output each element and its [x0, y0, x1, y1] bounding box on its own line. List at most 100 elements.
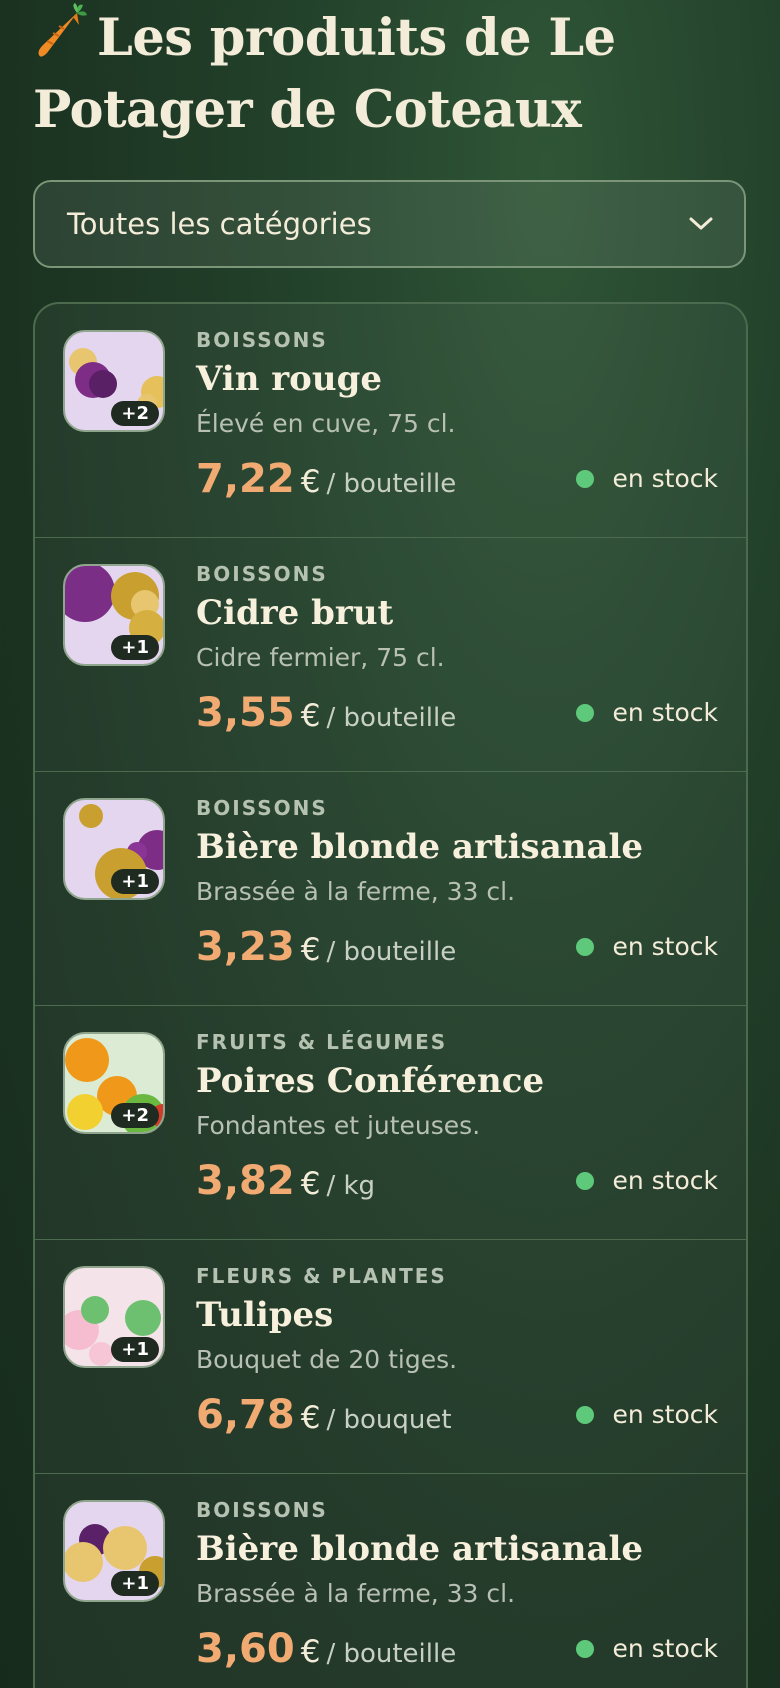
product-info: FLEURS & PLANTES Tulipes Bouquet de 20 t…: [196, 1262, 718, 1442]
category-select[interactable]: Toutes les catégories: [33, 180, 746, 268]
product-image-shape: [89, 370, 117, 398]
page: Les produits de Le Potager de Coteaux To…: [33, 0, 748, 1688]
product-image-shape: [65, 1038, 109, 1082]
product-card[interactable]: +2 FRUITS & LÉGUMES Poires Conférence Fo…: [35, 1006, 746, 1240]
product-name[interactable]: Cidre brut: [196, 590, 718, 636]
page-title: Les produits de Le Potager de Coteaux: [33, 0, 748, 146]
product-description: Bouquet de 20 tiges.: [196, 1345, 458, 1374]
price-row: 3,23 € / bouteille en stock: [196, 924, 718, 974]
currency: €: [300, 1400, 321, 1436]
stock-dot-icon: [576, 1639, 595, 1658]
currency: €: [300, 1634, 321, 1670]
price-row: 6,78 € / bouquet en stock: [196, 1392, 718, 1442]
page-title-text: Les produits de Le Potager de Coteaux: [33, 8, 616, 140]
product-thumbnail[interactable]: +1: [63, 564, 165, 666]
product-description: Fondantes et juteuses.: [196, 1111, 481, 1140]
stock-dot-icon: [576, 937, 595, 956]
stock-label: en stock: [612, 1400, 718, 1429]
category-select-value: Toutes les catégories: [67, 207, 372, 241]
stock-dot-icon: [576, 703, 595, 722]
product-price: 6,78: [196, 1392, 295, 1438]
price-unit: / bouteille: [326, 937, 457, 967]
stock-dot-icon: [576, 1171, 595, 1190]
product-name[interactable]: Bière blonde artisanale: [196, 1526, 718, 1572]
price-row: 7,22 € / bouteille en stock: [196, 456, 718, 506]
stock-dot-icon: [576, 1405, 595, 1424]
product-price: 3,82: [196, 1158, 295, 1204]
product-price: 3,55: [196, 690, 295, 736]
price-row: 3,55 € / bouteille en stock: [196, 690, 718, 740]
product-card[interactable]: +1 BOISSONS Cidre brut Cidre fermier, 75…: [35, 538, 746, 772]
product-thumbnail[interactable]: +2: [63, 1032, 165, 1134]
product-thumbnail[interactable]: +2: [63, 330, 165, 432]
product-category: FRUITS & LÉGUMES: [196, 1030, 448, 1054]
product-thumbnail[interactable]: +1: [63, 1266, 165, 1368]
extra-images-badge: +1: [111, 869, 159, 894]
stock-status: en stock: [576, 698, 718, 727]
currency: €: [300, 932, 321, 968]
product-name[interactable]: Bière blonde artisanale: [196, 824, 718, 870]
product-image-shape: [67, 1094, 103, 1130]
product-info: BOISSONS Bière blonde artisanale Brassée…: [196, 794, 718, 974]
product-price: 7,22: [196, 456, 295, 502]
price-row: 3,60 € / bouteille en stock: [196, 1626, 718, 1676]
extra-images-badge: +1: [111, 1337, 159, 1362]
stock-label: en stock: [612, 932, 718, 961]
product-name[interactable]: Tulipes: [196, 1292, 718, 1338]
extra-images-badge: +2: [111, 1103, 159, 1128]
product-thumbnail[interactable]: +1: [63, 798, 165, 900]
stock-dot-icon: [576, 469, 595, 488]
product-card[interactable]: +1 FLEURS & PLANTES Tulipes Bouquet de 2…: [35, 1240, 746, 1474]
product-description: Brassée à la ferme, 33 cl.: [196, 1579, 516, 1608]
product-name[interactable]: Vin rouge: [196, 356, 718, 402]
extra-images-badge: +2: [111, 401, 159, 426]
product-info: BOISSONS Bière blonde artisanale Brassée…: [196, 1496, 718, 1676]
product-category: BOISSONS: [196, 328, 328, 352]
product-category: FLEURS & PLANTES: [196, 1264, 447, 1288]
product-list: +2 BOISSONS Vin rouge Élevé en cuve, 75 …: [33, 302, 748, 1688]
product-image-shape: [125, 1300, 161, 1336]
product-thumbnail[interactable]: +1: [63, 1500, 165, 1602]
product-image-shape: [79, 804, 103, 828]
stock-label: en stock: [612, 1634, 718, 1663]
product-category: BOISSONS: [196, 1498, 328, 1522]
stock-label: en stock: [612, 464, 718, 493]
currency: €: [300, 1166, 321, 1202]
carrot-icon: [38, 3, 87, 57]
price-unit: / bouquet: [326, 1405, 452, 1435]
product-card[interactable]: +1 BOISSONS Bière blonde artisanale Bras…: [35, 1474, 746, 1688]
stock-status: en stock: [576, 1634, 718, 1663]
product-info: FRUITS & LÉGUMES Poires Conférence Fonda…: [196, 1028, 718, 1208]
product-description: Élevé en cuve, 75 cl.: [196, 409, 456, 438]
product-price: 3,60: [196, 1626, 295, 1672]
product-name[interactable]: Poires Conférence: [196, 1058, 718, 1104]
price-unit: / kg: [326, 1171, 376, 1201]
price-unit: / bouteille: [326, 703, 457, 733]
product-info: BOISSONS Vin rouge Élevé en cuve, 75 cl.…: [196, 326, 718, 506]
product-price: 3,23: [196, 924, 295, 970]
product-category: BOISSONS: [196, 562, 328, 586]
product-image-shape: [89, 1342, 113, 1366]
product-info: BOISSONS Cidre brut Cidre fermier, 75 cl…: [196, 560, 718, 740]
stock-status: en stock: [576, 1166, 718, 1195]
chevron-down-icon: [689, 217, 713, 230]
currency: €: [300, 698, 321, 734]
stock-status: en stock: [576, 464, 718, 493]
product-image-shape: [81, 1296, 109, 1324]
price-row: 3,82 € / kg en stock: [196, 1158, 718, 1208]
stock-status: en stock: [576, 1400, 718, 1429]
product-card[interactable]: +2 BOISSONS Vin rouge Élevé en cuve, 75 …: [35, 304, 746, 538]
product-category: BOISSONS: [196, 796, 328, 820]
product-description: Brassée à la ferme, 33 cl.: [196, 877, 516, 906]
product-image-shape: [103, 1526, 147, 1570]
stock-label: en stock: [612, 698, 718, 727]
product-image-shape: [65, 566, 115, 622]
product-description: Cidre fermier, 75 cl.: [196, 643, 445, 672]
price-unit: / bouteille: [326, 469, 457, 499]
price-unit: / bouteille: [326, 1639, 457, 1669]
stock-label: en stock: [612, 1166, 718, 1195]
extra-images-badge: +1: [111, 635, 159, 660]
extra-images-badge: +1: [111, 1571, 159, 1596]
currency: €: [300, 464, 321, 500]
product-card[interactable]: +1 BOISSONS Bière blonde artisanale Bras…: [35, 772, 746, 1006]
